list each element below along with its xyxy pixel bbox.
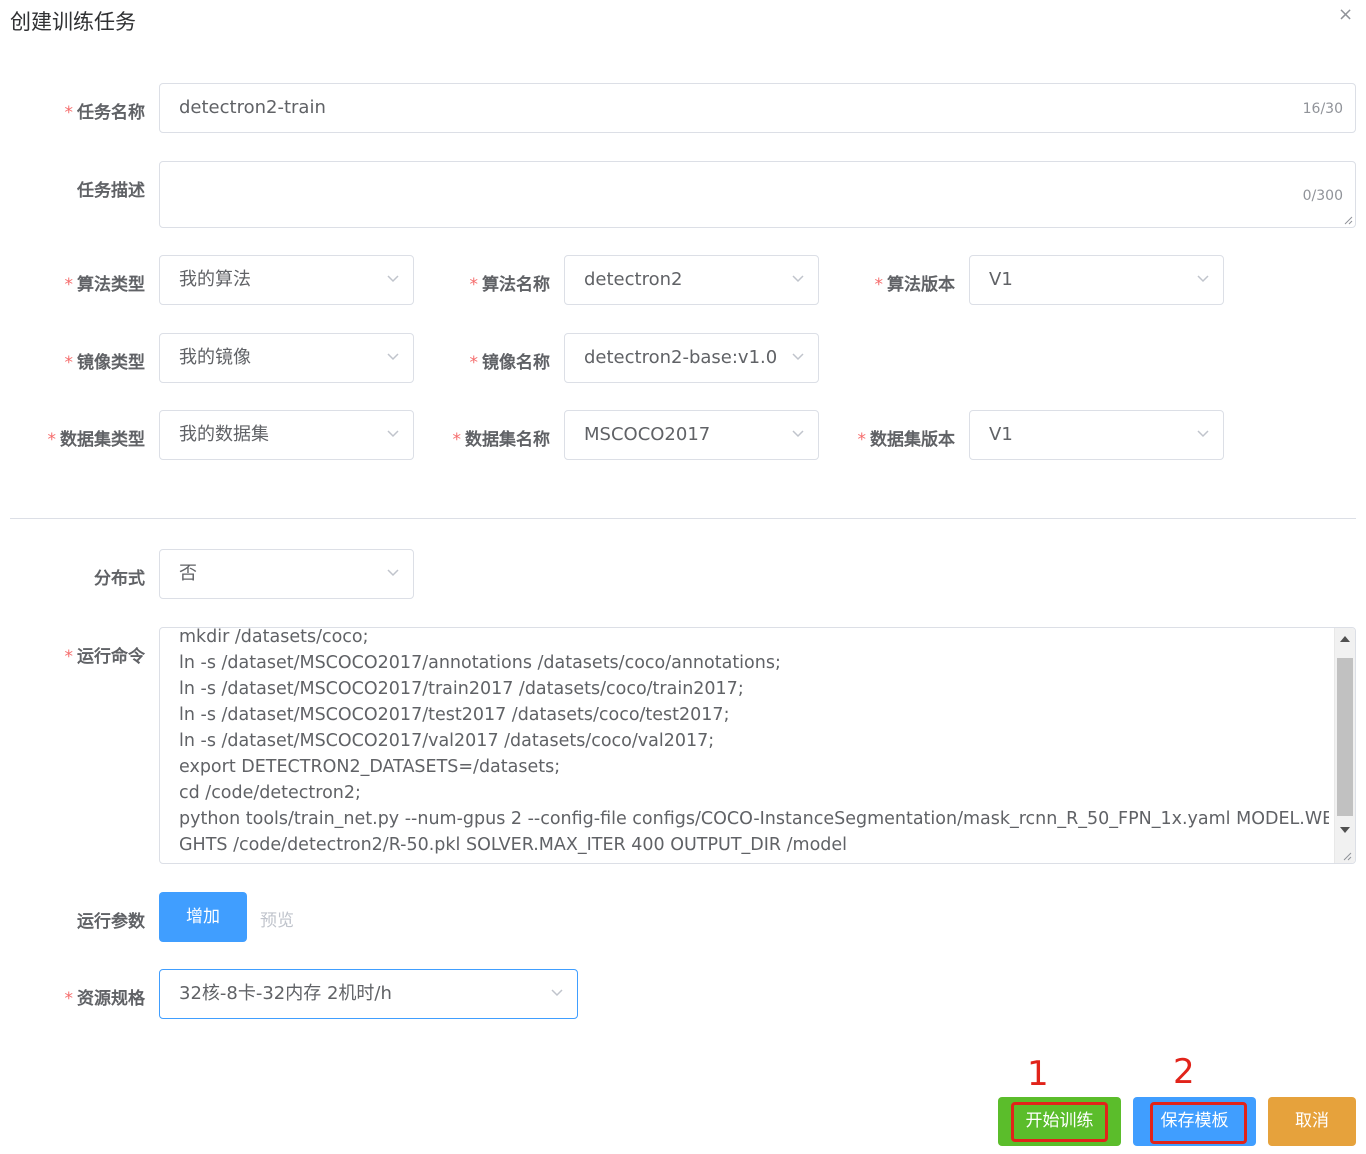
chevron-down-icon (387, 569, 399, 577)
algo-name-value: detectron2 (584, 269, 683, 290)
section-divider (10, 518, 1356, 519)
algo-type-value: 我的算法 (179, 269, 251, 290)
image-type-value: 我的镜像 (179, 347, 251, 368)
task-name-value: detectron2-train (179, 97, 326, 118)
image-type-label: * 镜像类型 (64, 353, 146, 373)
required-mark: * (64, 103, 74, 123)
command-line: ln -s /dataset/MSCOCO2017/annotations /d… (179, 653, 781, 673)
dataset-name-select[interactable]: MSCOCO2017 (564, 410, 819, 460)
image-name-label: * 镜像名称 (469, 353, 551, 373)
command-scrollbar[interactable] (1334, 628, 1355, 863)
task-desc-counter: 0/300 (1302, 188, 1343, 204)
command-line: GHTS /code/detectron2/R-50.pkl SOLVER.MA… (179, 835, 848, 855)
dataset-type-value: 我的数据集 (179, 424, 269, 445)
dataset-version-label: * 数据集版本 (857, 430, 956, 450)
command-textarea[interactable]: mkdir /datasets/coco; ln -s /dataset/MSC… (159, 627, 1356, 864)
scroll-up-arrow-icon[interactable] (1340, 636, 1350, 642)
chevron-down-icon (387, 353, 399, 361)
command-line: ln -s /dataset/MSCOCO2017/val2017 /datas… (179, 731, 715, 751)
image-name-value: detectron2-base:v1.0 (584, 347, 778, 368)
resize-handle-icon[interactable] (1343, 215, 1353, 225)
algo-name-select[interactable]: detectron2 (564, 255, 819, 305)
distributed-select[interactable]: 否 (159, 549, 414, 599)
resource-select[interactable]: 32核-8卡-32内存 2机时/h (159, 969, 578, 1019)
chevron-down-icon (387, 430, 399, 438)
task-name-counter: 16/30 (1302, 101, 1343, 117)
chevron-down-icon (792, 353, 804, 361)
chevron-down-icon (1197, 275, 1209, 283)
image-name-select[interactable]: detectron2-base:v1.0 (564, 333, 819, 383)
scrollbar-thumb[interactable] (1337, 658, 1353, 816)
run-params-label: 运行参数 (77, 912, 145, 932)
algo-type-label: * 算法类型 (64, 275, 146, 295)
chevron-down-icon (792, 430, 804, 438)
resource-label: * 资源规格 (64, 989, 146, 1009)
resource-value: 32核-8卡-32内存 2机时/h (179, 983, 392, 1004)
task-desc-label: 任务描述 (77, 181, 145, 201)
distributed-value: 否 (179, 563, 197, 584)
command-label: * 运行命令 (64, 647, 146, 667)
task-name-input[interactable]: detectron2-train 16/30 (159, 83, 1356, 133)
chevron-down-icon (387, 275, 399, 283)
add-param-button[interactable]: 增加 (159, 892, 247, 942)
close-icon[interactable]: × (1338, 4, 1353, 25)
annotation-number-2: 2 (1173, 1052, 1195, 1092)
command-lines: mkdir /datasets/coco; ln -s /dataset/MSC… (179, 627, 1329, 858)
command-line: cd /code/detectron2; (179, 783, 361, 803)
highlight-box-2 (1150, 1102, 1247, 1144)
algo-type-select[interactable]: 我的算法 (159, 255, 414, 305)
chevron-down-icon (551, 989, 563, 997)
command-line: ln -s /dataset/MSCOCO2017/test2017 /data… (179, 705, 730, 725)
algo-name-label: * 算法名称 (469, 275, 551, 295)
command-line: python tools/train_net.py --num-gpus 2 -… (179, 809, 1329, 829)
command-line: mkdir /datasets/coco; (179, 627, 369, 647)
distributed-label: 分布式 (94, 569, 145, 589)
command-line: export DETECTRON2_DATASETS=/datasets; (179, 757, 561, 777)
dataset-name-value: MSCOCO2017 (584, 424, 711, 445)
highlight-box-1 (1011, 1102, 1108, 1142)
task-desc-textarea[interactable]: 0/300 (159, 161, 1356, 228)
annotation-number-1: 1 (1027, 1054, 1049, 1094)
algo-version-select[interactable]: V1 (969, 255, 1224, 305)
chevron-down-icon (792, 275, 804, 283)
dataset-version-select[interactable]: V1 (969, 410, 1224, 460)
resize-handle-icon[interactable] (1342, 851, 1352, 861)
chevron-down-icon (1197, 430, 1209, 438)
command-line: ln -s /dataset/MSCOCO2017/train2017 /dat… (179, 679, 744, 699)
dataset-type-select[interactable]: 我的数据集 (159, 410, 414, 460)
dataset-type-label: * 数据集类型 (47, 430, 146, 450)
algo-version-value: V1 (989, 269, 1013, 290)
preview-link[interactable]: 预览 (260, 906, 294, 931)
task-name-label: * 任务名称 (64, 103, 146, 123)
image-type-select[interactable]: 我的镜像 (159, 333, 414, 383)
cancel-button[interactable]: 取消 (1268, 1097, 1356, 1146)
dataset-name-label: * 数据集名称 (452, 430, 551, 450)
scroll-down-arrow-icon[interactable] (1340, 827, 1350, 833)
dataset-version-value: V1 (989, 424, 1013, 445)
dialog-title: 创建训练任务 (10, 10, 136, 34)
algo-version-label: * 算法版本 (874, 275, 956, 295)
